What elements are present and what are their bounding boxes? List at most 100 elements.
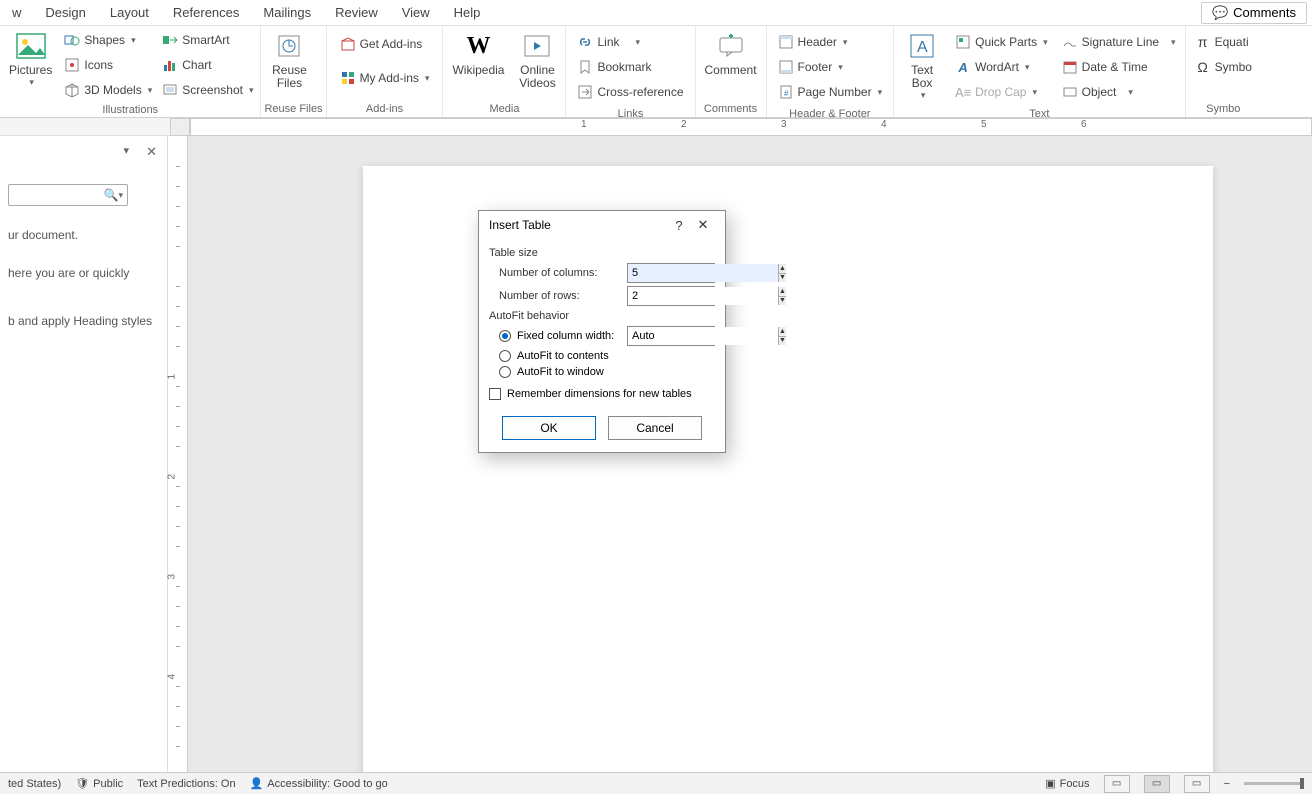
- my-addins-label: My Add-ins: [360, 71, 419, 85]
- nav-dropdown[interactable]: ▾: [123, 144, 129, 157]
- rows-input[interactable]: ▲▼: [627, 286, 715, 306]
- status-predictions[interactable]: Text Predictions: On: [137, 778, 235, 790]
- focus-icon: ▣: [1045, 777, 1055, 790]
- get-addins-button[interactable]: Get Add-ins: [336, 32, 434, 56]
- ruler-mark: 2: [681, 119, 687, 130]
- group-symbols-label: Symbo: [1189, 101, 1258, 117]
- section-table-size: Table size: [489, 247, 715, 259]
- chart-icon: [162, 57, 178, 73]
- group-comments: Comment Comments: [696, 26, 767, 117]
- menu-mailings[interactable]: Mailings: [251, 1, 323, 24]
- wikipedia-button[interactable]: W Wikipedia: [446, 28, 510, 79]
- equation-button[interactable]: πEquati: [1191, 30, 1256, 54]
- comments-button[interactable]: 💬 Comments: [1201, 2, 1307, 24]
- nav-search-box[interactable]: 🔍▾: [8, 184, 128, 206]
- ok-button[interactable]: OK: [502, 416, 596, 440]
- remember-checkbox[interactable]: [489, 388, 501, 400]
- screenshot-button[interactable]: Screenshot▾: [158, 78, 257, 102]
- quickparts-button[interactable]: Quick Parts▾: [951, 30, 1052, 54]
- group-media-label: Media: [446, 101, 562, 117]
- online-videos-button[interactable]: Online Videos: [512, 28, 562, 92]
- chart-button[interactable]: Chart: [158, 53, 257, 77]
- radio-autofit-window[interactable]: [499, 366, 511, 378]
- 3d-models-button[interactable]: 3D Models▾: [60, 78, 156, 102]
- radio-autofit-contents[interactable]: [499, 350, 511, 362]
- nav-close-button[interactable]: ✕: [146, 144, 157, 160]
- bookmark-button[interactable]: Bookmark: [573, 55, 687, 79]
- document-area[interactable]: [188, 136, 1312, 776]
- horizontal-ruler[interactable]: 1 2 3 4 5 6: [0, 118, 1312, 136]
- view-read[interactable]: ▭: [1104, 775, 1130, 793]
- zoom-out[interactable]: −: [1224, 778, 1230, 790]
- screenshot-label: Screenshot: [182, 83, 243, 97]
- wordart-button[interactable]: AWordArt▾: [951, 55, 1052, 79]
- pictures-button[interactable]: Pictures ▾: [3, 28, 58, 90]
- textbox-icon: A: [906, 30, 938, 62]
- menu-layout[interactable]: Layout: [98, 1, 161, 24]
- menu-references[interactable]: References: [161, 1, 251, 24]
- menu-view[interactable]: View: [390, 1, 442, 24]
- quickparts-label: Quick Parts: [975, 35, 1037, 49]
- shapes-button[interactable]: Shapes▾: [60, 28, 156, 52]
- chevron-down-icon: ▾: [838, 62, 843, 73]
- reuse-icon: [273, 30, 305, 62]
- header-button[interactable]: Header▾: [774, 30, 887, 54]
- svg-text:A: A: [917, 39, 928, 56]
- view-print[interactable]: ▭: [1144, 775, 1170, 793]
- textbox-button[interactable]: A Text Box ▾: [897, 28, 947, 103]
- ribbon: Pictures ▾ Shapes▾ Icons 3D Models▾ Smar…: [0, 26, 1312, 118]
- pictures-label: Pictures: [9, 64, 52, 77]
- footer-button[interactable]: Footer▾: [774, 55, 887, 79]
- icons-button[interactable]: Icons: [60, 53, 156, 77]
- link-icon: [577, 34, 593, 50]
- columns-field[interactable]: [628, 264, 778, 282]
- textbox-label: Text Box: [911, 64, 933, 90]
- width-down[interactable]: ▼: [779, 337, 786, 346]
- reuse-files-button[interactable]: Reuse Files: [264, 28, 314, 92]
- my-addins-button[interactable]: My Add-ins▾: [336, 66, 434, 90]
- symbol-button[interactable]: ΩSymbo: [1191, 55, 1256, 79]
- crossref-label: Cross-reference: [597, 85, 683, 99]
- view-web[interactable]: ▭: [1184, 775, 1210, 793]
- menu-help[interactable]: Help: [442, 1, 493, 24]
- dropcap-button[interactable]: A≡Drop Cap▾: [951, 80, 1052, 104]
- rows-field[interactable]: [628, 287, 778, 305]
- datetime-button[interactable]: Date & Time: [1058, 55, 1180, 79]
- zoom-slider[interactable]: [1244, 782, 1304, 785]
- crossref-button[interactable]: Cross-reference: [573, 80, 687, 104]
- fixed-width-input[interactable]: ▲▼: [627, 326, 715, 346]
- chevron-down-icon: ▾: [636, 37, 641, 48]
- dialog-close-button[interactable]: ✕: [691, 217, 715, 233]
- menu-draw[interactable]: w: [0, 1, 33, 24]
- icons-label: Icons: [84, 58, 113, 72]
- statusbar: ted States) 🛡Public Text Predictions: On…: [0, 772, 1312, 794]
- signatureline-button[interactable]: Signature Line▾: [1058, 30, 1180, 54]
- fixed-width-field[interactable]: [628, 327, 778, 345]
- equation-icon: π: [1195, 34, 1211, 50]
- status-language[interactable]: ted States): [8, 778, 61, 790]
- focus-button[interactable]: ▣Focus: [1045, 777, 1089, 790]
- link-button[interactable]: Link▾: [573, 30, 687, 54]
- columns-input[interactable]: ▲▼: [627, 263, 715, 283]
- chevron-down-icon: ▾: [1025, 62, 1030, 73]
- radio-fixed-width[interactable]: [499, 330, 511, 342]
- comment-button[interactable]: Comment: [699, 28, 763, 79]
- rows-up[interactable]: ▲: [779, 287, 786, 297]
- pagenumber-button[interactable]: #Page Number▾: [774, 80, 887, 104]
- dialog-titlebar[interactable]: Insert Table ? ✕: [479, 211, 725, 239]
- menu-design[interactable]: Design: [33, 1, 97, 24]
- dialog-help-button[interactable]: ?: [667, 218, 691, 233]
- columns-down[interactable]: ▼: [779, 274, 786, 283]
- smartart-button[interactable]: SmartArt: [158, 28, 257, 52]
- chevron-down-icon: ▾: [131, 35, 136, 46]
- rows-down[interactable]: ▼: [779, 297, 786, 306]
- status-accessibility[interactable]: 👤Accessibility: Good to go: [250, 777, 388, 790]
- columns-up[interactable]: ▲: [779, 264, 786, 274]
- vertical-ruler[interactable]: 1 2 3 4: [168, 136, 188, 776]
- width-up[interactable]: ▲: [779, 327, 786, 337]
- status-public[interactable]: 🛡Public: [75, 777, 123, 790]
- menu-review[interactable]: Review: [323, 1, 390, 24]
- object-button[interactable]: Object▾: [1058, 80, 1180, 104]
- cancel-button[interactable]: Cancel: [608, 416, 702, 440]
- video-icon: [521, 30, 553, 62]
